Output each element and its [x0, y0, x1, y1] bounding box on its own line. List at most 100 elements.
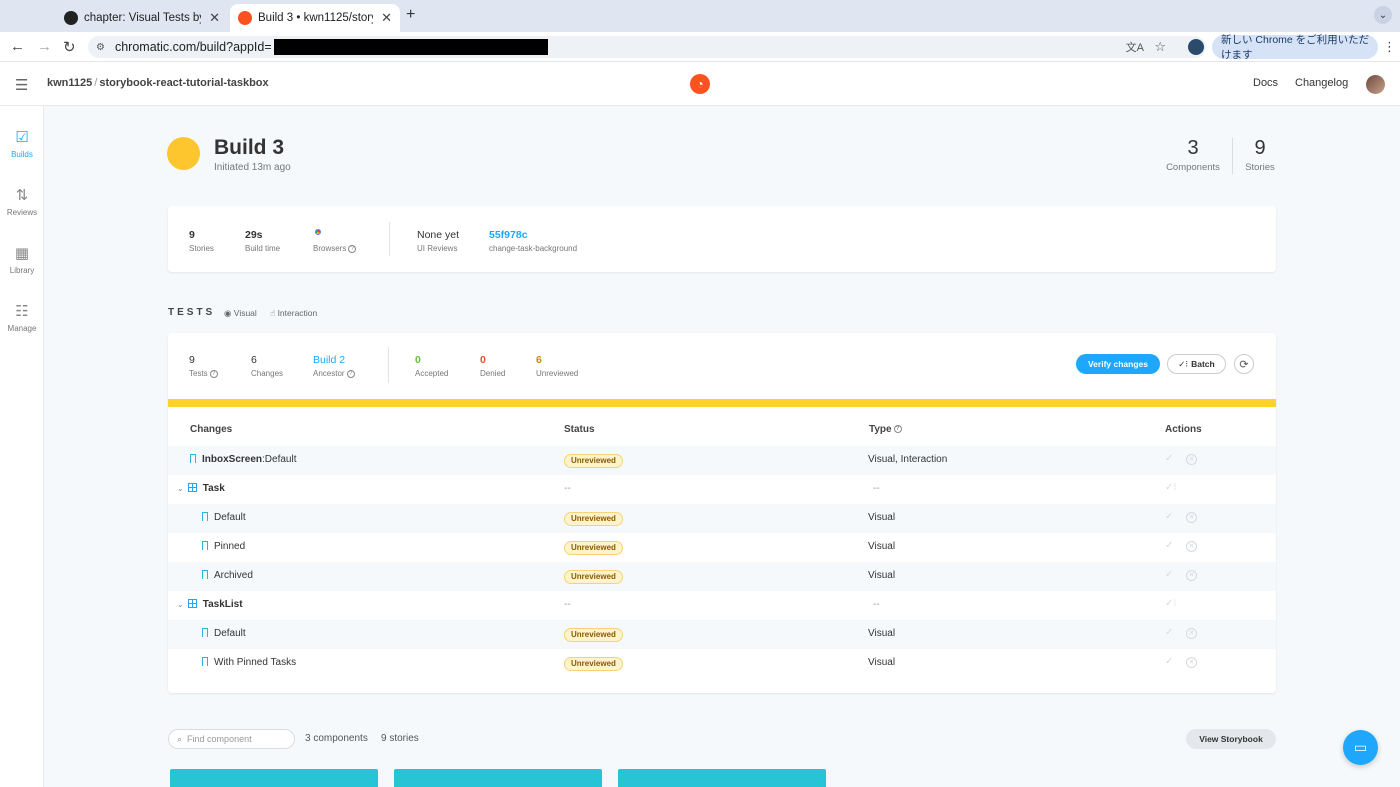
forward-arrow-icon[interactable]: → — [37, 38, 52, 55]
deny-x-icon[interactable]: ✕ — [1186, 454, 1197, 465]
summary-build-time: 29s Build time — [245, 229, 281, 253]
accept-check-icon[interactable]: ✓ — [1165, 453, 1173, 464]
batch-button[interactable]: ✓⁝ Batch — [1167, 354, 1226, 374]
build-summary-card: 9 Stories 29s Build time Browsers? None … — [168, 206, 1276, 272]
reload-icon[interactable]: ↻ — [63, 38, 76, 56]
status-empty: -- — [564, 483, 571, 494]
column-type: Type? — [869, 424, 902, 435]
close-icon[interactable]: ✕ — [209, 10, 220, 26]
test-type: Visual — [868, 570, 896, 581]
help-icon[interactable]: ? — [348, 244, 357, 253]
status-badge: Unreviewed — [564, 512, 623, 526]
components-total: 3 components — [305, 733, 368, 744]
search-icon: ⌕ — [177, 733, 183, 744]
chrome-update-button[interactable]: 新しい Chrome をご利用いただけます — [1212, 34, 1378, 61]
component-thumbnail[interactable] — [618, 769, 826, 787]
help-icon[interactable]: ? — [346, 369, 355, 378]
view-storybook-button[interactable]: View Storybook — [1186, 729, 1276, 749]
component-name: InboxScreen — [202, 454, 263, 465]
ancestor-stat[interactable]: Build 2 Ancestor? — [313, 354, 355, 378]
address-bar[interactable]: ⚙ chromatic.com/build?appId= 文A ☆ — [88, 36, 1206, 58]
status-badge: Unreviewed — [564, 541, 623, 555]
library-icon: ▦ — [14, 245, 30, 262]
summary-commit[interactable]: 55f978c change-task-background — [489, 229, 577, 253]
nav-label: Manage — [7, 324, 37, 333]
deny-x-icon[interactable]: ✕ — [1186, 628, 1197, 639]
tests-stat: 9 Tests? — [189, 354, 218, 378]
close-icon[interactable]: ✕ — [381, 10, 392, 26]
stories-total: 9 stories — [381, 733, 419, 744]
site-info-icon[interactable]: ⚙ — [96, 42, 105, 53]
summary-browsers[interactable]: Browsers? — [313, 227, 357, 253]
back-arrow-icon[interactable]: ← — [10, 38, 25, 55]
verify-changes-button[interactable]: Verify changes — [1076, 354, 1160, 374]
page-title: Build 3 — [214, 136, 285, 159]
chevron-down-icon[interactable]: ⌄ — [177, 600, 184, 609]
nav-label: Reviews — [6, 208, 38, 217]
commit-link: 55f978c — [489, 229, 528, 241]
manage-icon: ☷ — [15, 303, 29, 320]
changelog-link[interactable]: Changelog — [1295, 77, 1348, 89]
test-type: Visual — [868, 512, 896, 523]
table-row[interactable]: Default Unreviewed Visual ✓ ✕ — [168, 620, 1276, 649]
nav-library[interactable]: ▦ Library — [0, 244, 44, 275]
nav-manage[interactable]: ☷ Manage — [0, 302, 44, 333]
find-component-input[interactable]: ⌕ Find component — [168, 729, 295, 749]
accept-check-icon[interactable]: ✓ — [1165, 569, 1173, 580]
deny-x-icon[interactable]: ✕ — [1186, 570, 1197, 581]
interaction-tag: ☝ Interaction — [270, 308, 318, 318]
table-row-group[interactable]: ⌄ TaskList -- -- ✓⁝ — [168, 591, 1276, 620]
accept-check-icon[interactable]: ✓ — [1165, 627, 1173, 638]
ancestor-link: Build 2 — [313, 354, 346, 366]
nav-reviews[interactable]: ⇅ Reviews — [0, 186, 44, 217]
browser-tab-chromatic[interactable]: Build 3 • kwn1125/storybook- ✕ — [230, 4, 400, 32]
table-row[interactable]: Pinned Unreviewed Visual ✓ ✕ — [168, 533, 1276, 562]
avatar[interactable] — [1366, 75, 1385, 94]
search-placeholder: Find component — [187, 734, 252, 744]
eye-icon: ◉ — [224, 308, 232, 318]
browser-tab-github[interactable]: chapter: Visual Tests by kwn1 ✕ — [56, 4, 228, 32]
profile-icon[interactable] — [1188, 39, 1204, 55]
tab-search-icon[interactable]: ⌄ — [1374, 6, 1392, 24]
story-bookmark-icon — [190, 453, 196, 463]
nav-builds[interactable]: ☑ Builds — [0, 128, 44, 159]
deny-x-icon[interactable]: ✕ — [1186, 657, 1197, 668]
accept-all-check-icon[interactable]: ✓⁝ — [1165, 482, 1177, 493]
help-icon[interactable]: ? — [209, 369, 218, 378]
component-thumbnail[interactable] — [170, 769, 378, 787]
breadcrumb-owner[interactable]: kwn1125 — [47, 77, 92, 89]
accept-all-check-icon[interactable]: ✓⁝ — [1165, 598, 1177, 609]
browser-tabbar: chapter: Visual Tests by kwn1 ✕ Build 3 … — [0, 0, 1400, 32]
deny-x-icon[interactable]: ✕ — [1186, 541, 1197, 552]
refresh-button[interactable]: ⟳ — [1234, 354, 1254, 374]
deny-x-icon[interactable]: ✕ — [1186, 512, 1197, 523]
docs-link[interactable]: Docs — [1253, 77, 1278, 89]
accept-check-icon[interactable]: ✓ — [1165, 511, 1173, 522]
chevron-down-icon[interactable]: ⌄ — [177, 484, 184, 493]
bookmark-star-icon[interactable]: ☆ — [1154, 39, 1166, 55]
table-row[interactable]: Archived Unreviewed Visual ✓ ✕ — [168, 562, 1276, 591]
tests-heading: TESTS — [168, 307, 216, 318]
chat-button[interactable]: ▭ — [1343, 730, 1378, 765]
accept-check-icon[interactable]: ✓ — [1165, 540, 1173, 551]
chromatic-logo-icon[interactable]: ◔ — [690, 74, 710, 94]
stories-count: 9 Stories — [1245, 137, 1275, 173]
new-tab-button[interactable]: + — [406, 6, 415, 24]
table-row[interactable]: InboxScreen:Default Unreviewed Visual, I… — [168, 446, 1276, 475]
translate-icon[interactable]: 文A — [1126, 39, 1144, 55]
more-menu-icon[interactable]: ⋮ — [1383, 39, 1396, 55]
table-row-group[interactable]: ⌄ Task -- -- ✓⁝ — [168, 475, 1276, 504]
help-icon[interactable]: ? — [893, 425, 902, 434]
status-empty: -- — [564, 599, 571, 610]
accept-check-icon[interactable]: ✓ — [1165, 656, 1173, 667]
component-thumbnail[interactable] — [394, 769, 602, 787]
breadcrumb-repo[interactable]: storybook-react-tutorial-taskbox — [99, 77, 268, 89]
menu-icon[interactable]: ☰ — [15, 76, 28, 94]
story-name: With Pinned Tasks — [214, 657, 297, 668]
denied-stat: 0 Denied — [480, 354, 506, 378]
story-name: Default — [214, 512, 246, 523]
review-progress-bar — [168, 399, 1276, 407]
table-row[interactable]: Default Unreviewed Visual ✓ ✕ — [168, 504, 1276, 533]
chat-icon: ▭ — [1353, 739, 1368, 755]
table-row[interactable]: With Pinned Tasks Unreviewed Visual ✓ ✕ — [168, 649, 1276, 678]
